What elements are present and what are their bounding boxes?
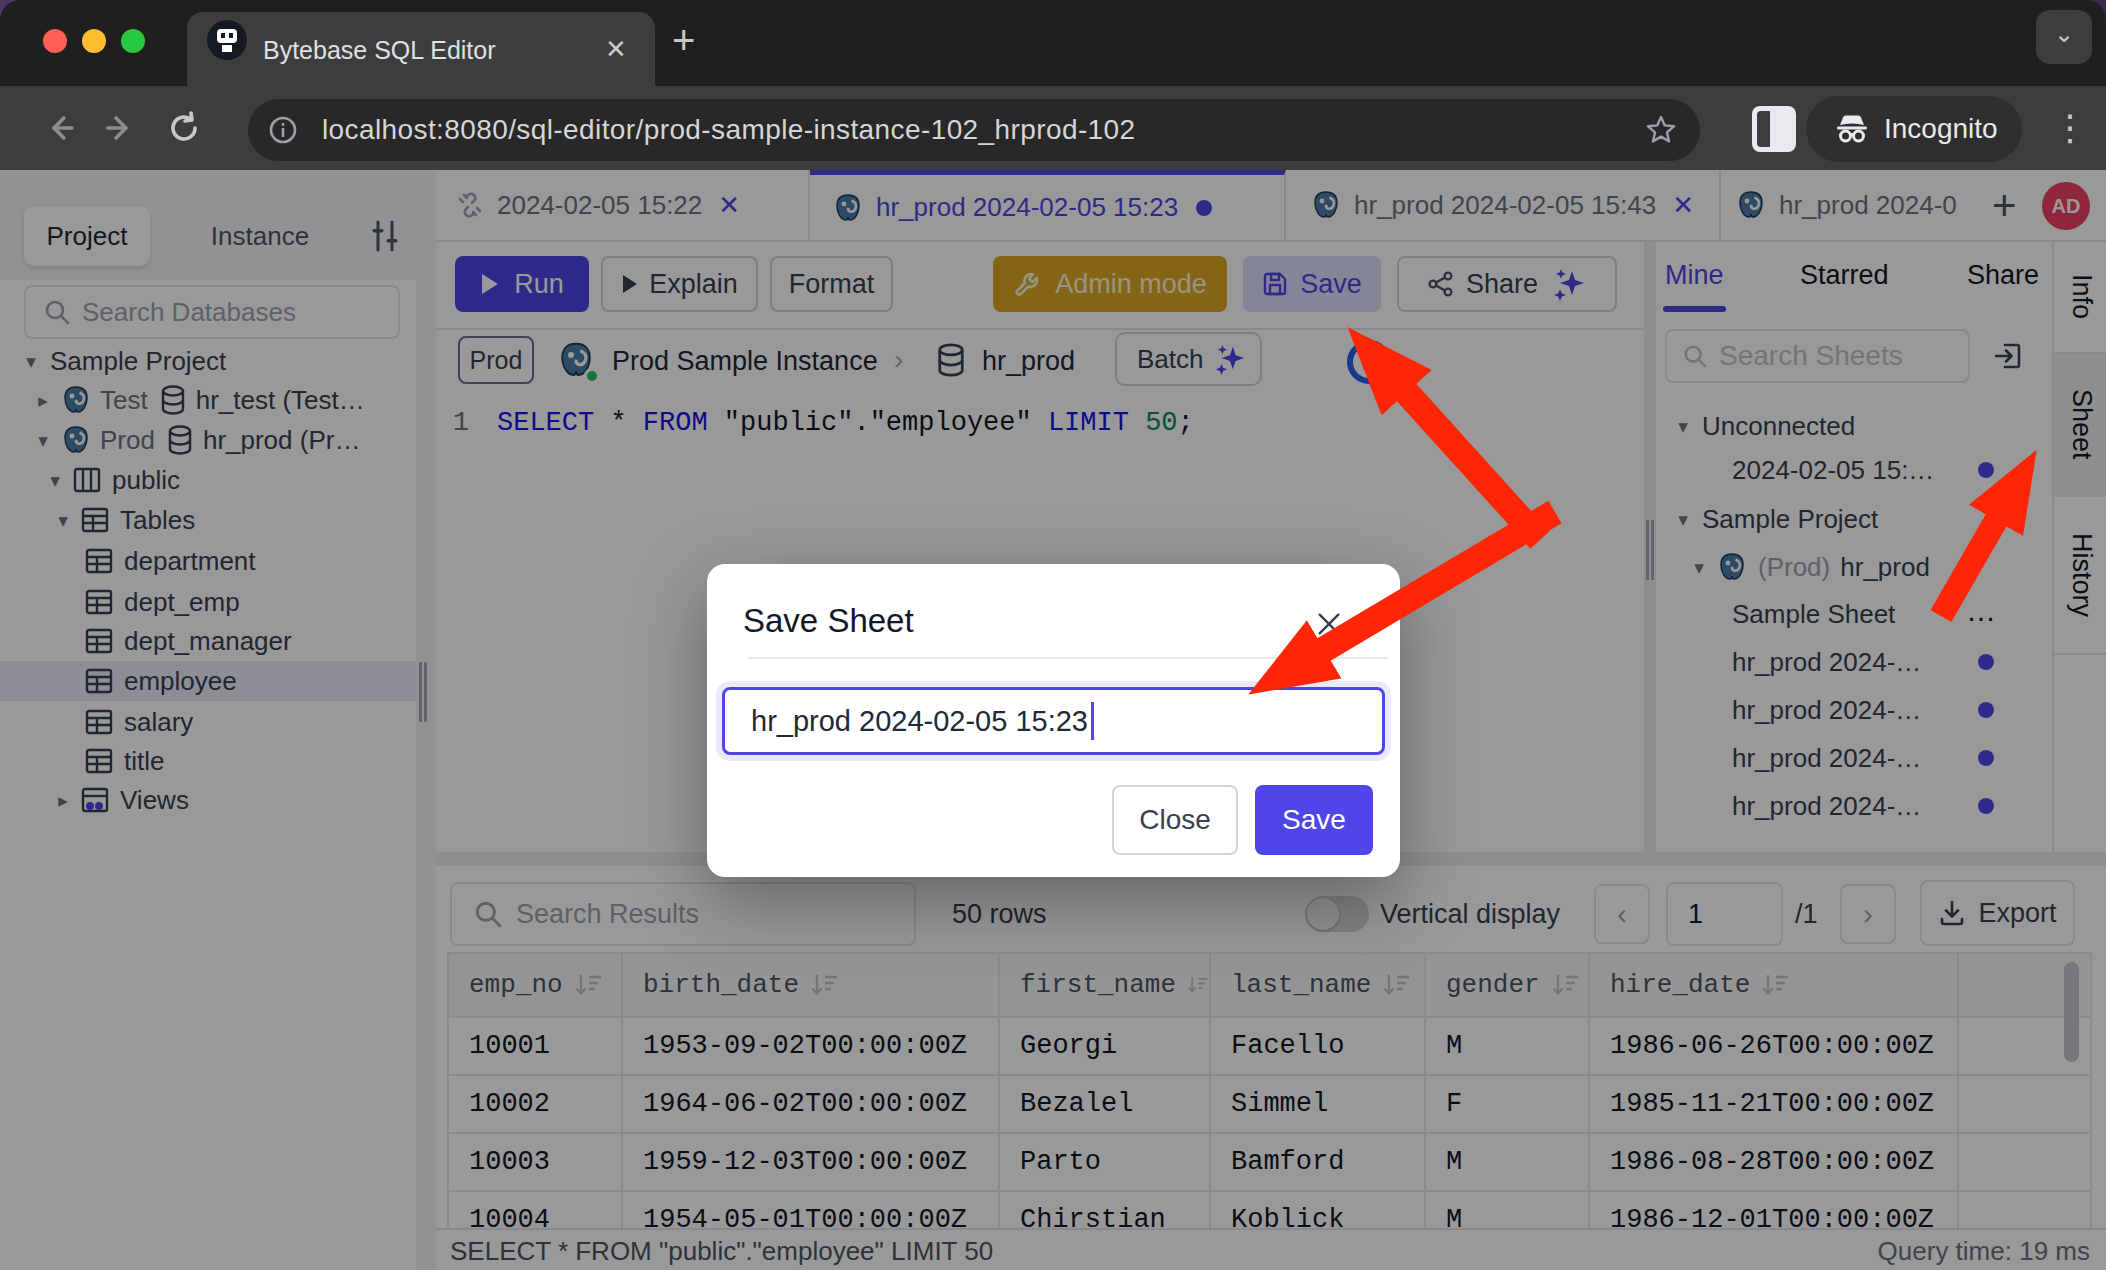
- url-text: localhost:8080/sql-editor/prod-sample-in…: [322, 114, 1136, 146]
- dialog-title: Save Sheet: [743, 602, 914, 640]
- back-icon[interactable]: [42, 110, 78, 146]
- bytebase-favicon: [207, 20, 247, 60]
- tab-close-icon[interactable]: ✕: [605, 34, 627, 65]
- browser-tab-title: Bytebase SQL Editor: [263, 36, 496, 65]
- save-sheet-dialog: Save Sheet hr_prod 2024-02-05 15:23 Clos…: [707, 564, 1400, 877]
- sheet-name-input[interactable]: hr_prod 2024-02-05 15:23: [722, 687, 1385, 755]
- dialog-divider: [748, 657, 1388, 659]
- incognito-badge: Incognito: [1806, 96, 2022, 162]
- tab-search-button[interactable]: ⌄: [2036, 10, 2092, 64]
- forward-icon[interactable]: [102, 110, 138, 146]
- chevron-down-icon: ⌄: [2054, 20, 2074, 48]
- zoom-window-button[interactable]: [121, 29, 145, 53]
- side-panel-icon[interactable]: [1752, 106, 1796, 152]
- bookmark-star-icon[interactable]: [1644, 113, 1678, 147]
- address-bar[interactable]: localhost:8080/sql-editor/prod-sample-in…: [248, 99, 1700, 161]
- sheet-name-value: hr_prod 2024-02-05 15:23: [751, 705, 1088, 738]
- incognito-label: Incognito: [1884, 113, 1998, 145]
- dialog-close-button[interactable]: Close: [1112, 785, 1238, 855]
- browser-toolbar: localhost:8080/sql-editor/prod-sample-in…: [0, 86, 2106, 170]
- minimize-window-button[interactable]: [82, 29, 106, 53]
- browser-tab[interactable]: Bytebase SQL Editor ✕: [187, 12, 655, 86]
- browser-tab-bar: Bytebase SQL Editor ✕ + ⌄: [0, 0, 2106, 86]
- close-window-button[interactable]: [43, 29, 67, 53]
- browser-menu-icon[interactable]: ⋮: [2052, 110, 2072, 146]
- new-tab-icon[interactable]: +: [672, 18, 695, 63]
- incognito-icon: [1832, 109, 1872, 149]
- text-cursor: [1091, 702, 1094, 740]
- reload-icon[interactable]: [166, 110, 202, 146]
- site-info-icon[interactable]: [268, 115, 298, 145]
- screen: Bytebase SQL Editor ✕ + ⌄ localhost:8080…: [0, 0, 2106, 1270]
- dialog-save-button[interactable]: Save: [1255, 785, 1373, 855]
- close-icon[interactable]: [1315, 610, 1343, 638]
